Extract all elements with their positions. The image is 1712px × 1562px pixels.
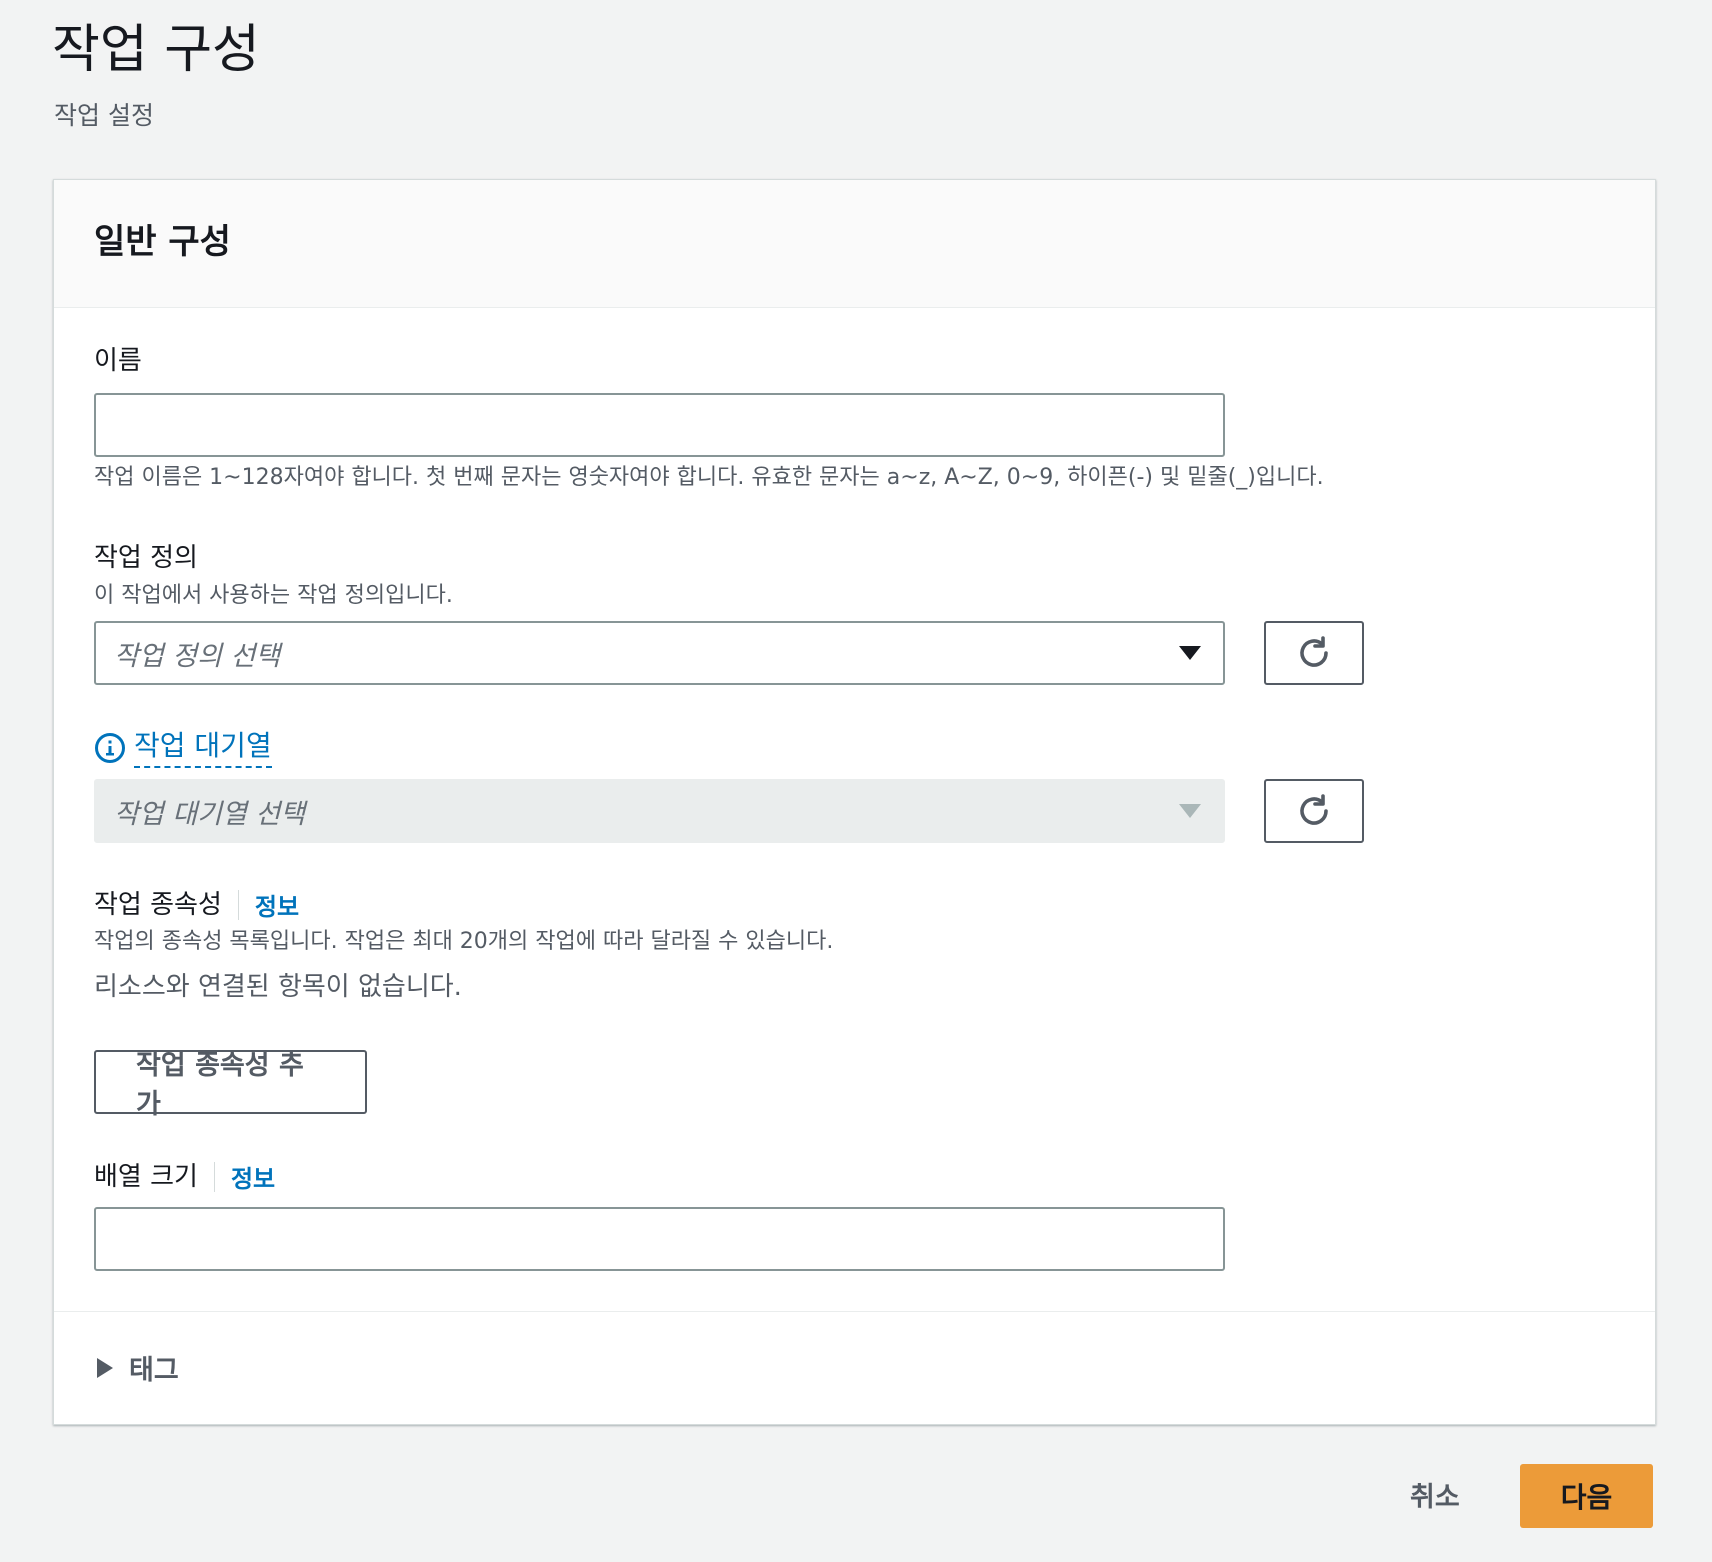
array-size-label-row: 배열 크기 정보: [94, 1159, 275, 1194]
dependencies-info-link[interactable]: 정보: [255, 887, 299, 922]
job-definition-description: 이 작업에서 사용하는 작업 정의입니다.: [94, 583, 453, 608]
job-queue-select: 작업 대기열 선택: [94, 779, 1225, 843]
add-dependency-button[interactable]: 작업 종속성 추가: [94, 1050, 367, 1120]
job-definition-refresh-button[interactable]: [1264, 621, 1364, 685]
job-definition-label: 작업 정의: [94, 543, 198, 573]
info-icon: [95, 733, 125, 763]
job-queue-info-link[interactable]: 작업 대기열: [134, 728, 272, 768]
tags-expander[interactable]: 태그: [97, 1348, 179, 1387]
general-config-panel: 일반 구성 이름 작업 이름은 1~128자여야 합니다. 첫 번째 문자는 영…: [53, 179, 1656, 1425]
panel-divider: [54, 1311, 1655, 1312]
job-queue-refresh-button[interactable]: [1264, 779, 1364, 843]
caret-down-icon: [1179, 804, 1201, 818]
array-size-info-link[interactable]: 정보: [231, 1159, 275, 1194]
panel-title: 일반 구성: [94, 222, 231, 262]
dependencies-label: 작업 종속성: [94, 889, 222, 920]
job-definition-select[interactable]: 작업 정의 선택: [94, 621, 1225, 685]
panel-header: 일반 구성: [54, 180, 1655, 308]
dependencies-label-row: 작업 종속성 정보: [94, 887, 299, 922]
refresh-icon: [1300, 794, 1328, 825]
name-input[interactable]: [94, 393, 1225, 457]
label-divider: [213, 1161, 215, 1192]
name-description: 작업 이름은 1~128자여야 합니다. 첫 번째 문자는 영숫자여야 합니다.…: [94, 465, 1324, 490]
cancel-button[interactable]: 취소: [1410, 1475, 1460, 1514]
dependencies-description: 작업의 종속성 목록입니다. 작업은 최대 20개의 작업에 따라 달라질 수 …: [94, 929, 834, 954]
name-label: 이름: [94, 346, 142, 376]
page-subtitle: 작업 설정: [54, 101, 154, 130]
page: 작업 구성 작업 설정 일반 구성 이름 작업 이름은 1~128자여야 합니다…: [0, 0, 1712, 1562]
next-button[interactable]: 다음: [1520, 1464, 1653, 1528]
caret-down-icon: [1179, 646, 1201, 660]
tags-label: 태그: [129, 1355, 179, 1386]
page-title: 작업 구성: [52, 20, 260, 80]
label-divider: [237, 889, 239, 920]
job-definition-placeholder: 작업 정의 선택: [114, 640, 281, 672]
array-size-label: 배열 크기: [94, 1161, 198, 1192]
array-size-input[interactable]: [94, 1207, 1225, 1271]
caret-right-icon: [97, 1357, 113, 1378]
refresh-icon: [1300, 636, 1328, 667]
job-queue-label-row: 작업 대기열: [94, 728, 272, 768]
job-queue-placeholder: 작업 대기열 선택: [114, 798, 306, 830]
dependencies-empty-text: 리소스와 연결된 항목이 없습니다.: [94, 972, 462, 1002]
